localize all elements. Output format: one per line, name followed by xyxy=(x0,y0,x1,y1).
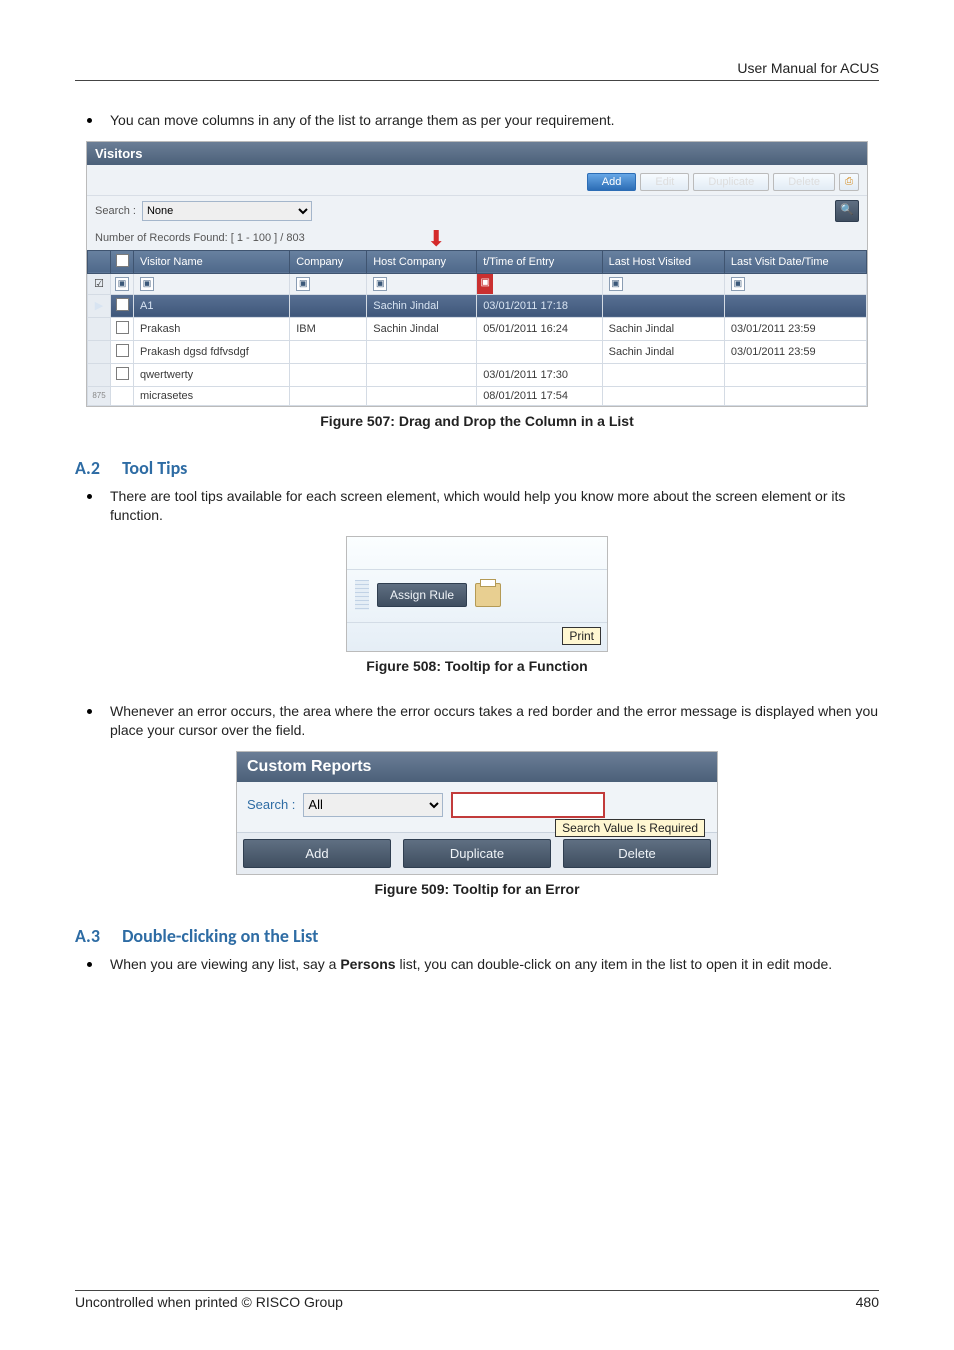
bullet-item: When you are viewing any list, say a Per… xyxy=(87,955,879,975)
bullet-item: You can move columns in any of the list … xyxy=(87,111,879,131)
col-host[interactable]: Host Company xyxy=(367,250,477,273)
bullet-text: You can move columns in any of the list … xyxy=(110,111,879,131)
filter-icon[interactable]: ▣ xyxy=(296,277,310,291)
table-row[interactable]: Prakash dgsd fdfvsdgf Sachin Jindal 03/0… xyxy=(88,340,867,363)
records-count: Number of Records Found: [ 1 - 100 ] / 8… xyxy=(87,230,867,250)
visitors-toolbar: Add Edit Duplicate Delete ⎙ xyxy=(87,165,867,195)
grid-filter-row: ☑ ▣ ▣ ▣ ▣ ▣ ▣ ▣ xyxy=(88,273,867,294)
custom-reports-panel: Custom Reports Search : All Search Value… xyxy=(236,751,718,875)
dragging-row[interactable]: ▶ A1 Sachin Jindal 03/01/2011 17:18 xyxy=(88,294,867,317)
section-title: Double-clicking on the List xyxy=(122,925,318,947)
figure-caption: Figure 509: Tooltip for an Error xyxy=(75,881,879,897)
header-title: User Manual for ACUS xyxy=(737,60,879,76)
delete-button[interactable]: Delete xyxy=(773,173,835,191)
search-select[interactable]: All xyxy=(303,793,443,817)
button-bar: Add Duplicate Delete xyxy=(237,832,717,874)
search-input[interactable] xyxy=(451,792,605,818)
page-footer: Uncontrolled when printed © RISCO Group … xyxy=(75,1290,879,1310)
col-lasthost[interactable]: Last Host Visited xyxy=(602,250,724,273)
figure-507: Visitors Add Edit Duplicate Delete ⎙ Sea… xyxy=(75,141,879,429)
panel-title: Custom Reports xyxy=(237,752,717,782)
page-number: 480 xyxy=(856,1294,879,1310)
col-time[interactable]: t/Time of Entry xyxy=(477,250,602,273)
grid-header-row: Visitor Name Company Host Company t/Time… xyxy=(88,250,867,273)
bullet-icon xyxy=(87,709,92,714)
add-button[interactable]: Add xyxy=(243,839,391,868)
col-visitor[interactable]: Visitor Name xyxy=(134,250,290,273)
header-checkbox[interactable] xyxy=(111,250,134,273)
visitors-panel: Visitors Add Edit Duplicate Delete ⎙ Sea… xyxy=(86,141,868,407)
figure-508: Assign Rule Print Figure 508: Tooltip fo… xyxy=(75,536,879,674)
section-title: Tool Tips xyxy=(122,457,187,479)
edit-button[interactable]: Edit xyxy=(640,173,689,191)
bullet-icon xyxy=(87,962,92,967)
table-row[interactable]: 875 micrasetes 08/01/2011 17:54 xyxy=(88,386,867,405)
bullet-text: There are tool tips available for each s… xyxy=(110,487,879,526)
section-number: A.3 xyxy=(75,925,100,947)
tooltip-panel: Assign Rule Print xyxy=(346,536,608,652)
page-header: User Manual for ACUS xyxy=(75,60,879,81)
duplicate-button[interactable]: Duplicate xyxy=(403,839,551,868)
bullet-text: When you are viewing any list, say a Per… xyxy=(110,955,879,975)
figure-caption: Figure 507: Drag and Drop the Column in … xyxy=(75,413,879,429)
search-icon[interactable]: 🔍 xyxy=(835,200,859,222)
table-row[interactable]: Prakash IBM Sachin Jindal 05/01/2011 16:… xyxy=(88,317,867,340)
col-company[interactable]: Company xyxy=(290,250,367,273)
bullet-icon xyxy=(87,494,92,499)
visitors-title: Visitors xyxy=(87,142,867,165)
assign-rule-button[interactable]: Assign Rule xyxy=(377,583,467,607)
search-label: Search : xyxy=(247,797,295,812)
drag-handle-icon[interactable]: ▣ xyxy=(477,274,493,294)
filter-icon[interactable]: ☑ xyxy=(88,273,111,294)
figure-509: Custom Reports Search : All Search Value… xyxy=(75,751,879,897)
search-label: Search : xyxy=(95,205,136,217)
add-button[interactable]: Add xyxy=(587,173,637,191)
bullet-text: Whenever an error occurs, the area where… xyxy=(110,702,879,741)
bullet-icon xyxy=(87,118,92,123)
visitors-grid: Visitor Name Company Host Company t/Time… xyxy=(87,250,867,406)
bullet-item: There are tool tips available for each s… xyxy=(87,487,879,526)
section-a3-heading: A.3 Double-clicking on the List xyxy=(75,925,879,947)
table-row[interactable]: qwertwerty 03/01/2011 17:30 xyxy=(88,363,867,386)
section-a2-heading: A.2 Tool Tips xyxy=(75,457,879,479)
export-icon[interactable]: ⎙ xyxy=(839,173,859,191)
error-tooltip: Search Value Is Required xyxy=(555,819,705,837)
duplicate-button[interactable]: Duplicate xyxy=(693,173,769,191)
bullet-item: Whenever an error occurs, the area where… xyxy=(87,702,879,741)
header-spacer xyxy=(88,250,111,273)
tooltip-label: Print xyxy=(562,627,601,645)
filter-icon[interactable]: ▣ xyxy=(609,277,623,291)
row-checkbox[interactable] xyxy=(116,367,129,380)
col-lastvisit[interactable]: Last Visit Date/Time xyxy=(724,250,866,273)
drag-handle-icon[interactable] xyxy=(355,580,369,610)
visitors-searchbar: Search : None 🔍 xyxy=(87,195,867,230)
row-checkbox[interactable] xyxy=(116,321,129,334)
footer-left: Uncontrolled when printed © RISCO Group xyxy=(75,1294,343,1310)
filter-icon[interactable]: ▣ xyxy=(140,277,154,291)
filter-icon[interactable]: ▣ xyxy=(115,277,129,291)
figure-caption: Figure 508: Tooltip for a Function xyxy=(75,658,879,674)
section-number: A.2 xyxy=(75,457,100,479)
delete-button[interactable]: Delete xyxy=(563,839,711,868)
filter-icon[interactable]: ▣ xyxy=(731,277,745,291)
row-checkbox[interactable] xyxy=(116,344,129,357)
search-select[interactable]: None xyxy=(142,201,312,221)
filter-icon[interactable]: ▣ xyxy=(373,277,387,291)
printer-icon[interactable] xyxy=(475,583,501,607)
drop-arrow-icon: ⬇ xyxy=(427,228,445,250)
